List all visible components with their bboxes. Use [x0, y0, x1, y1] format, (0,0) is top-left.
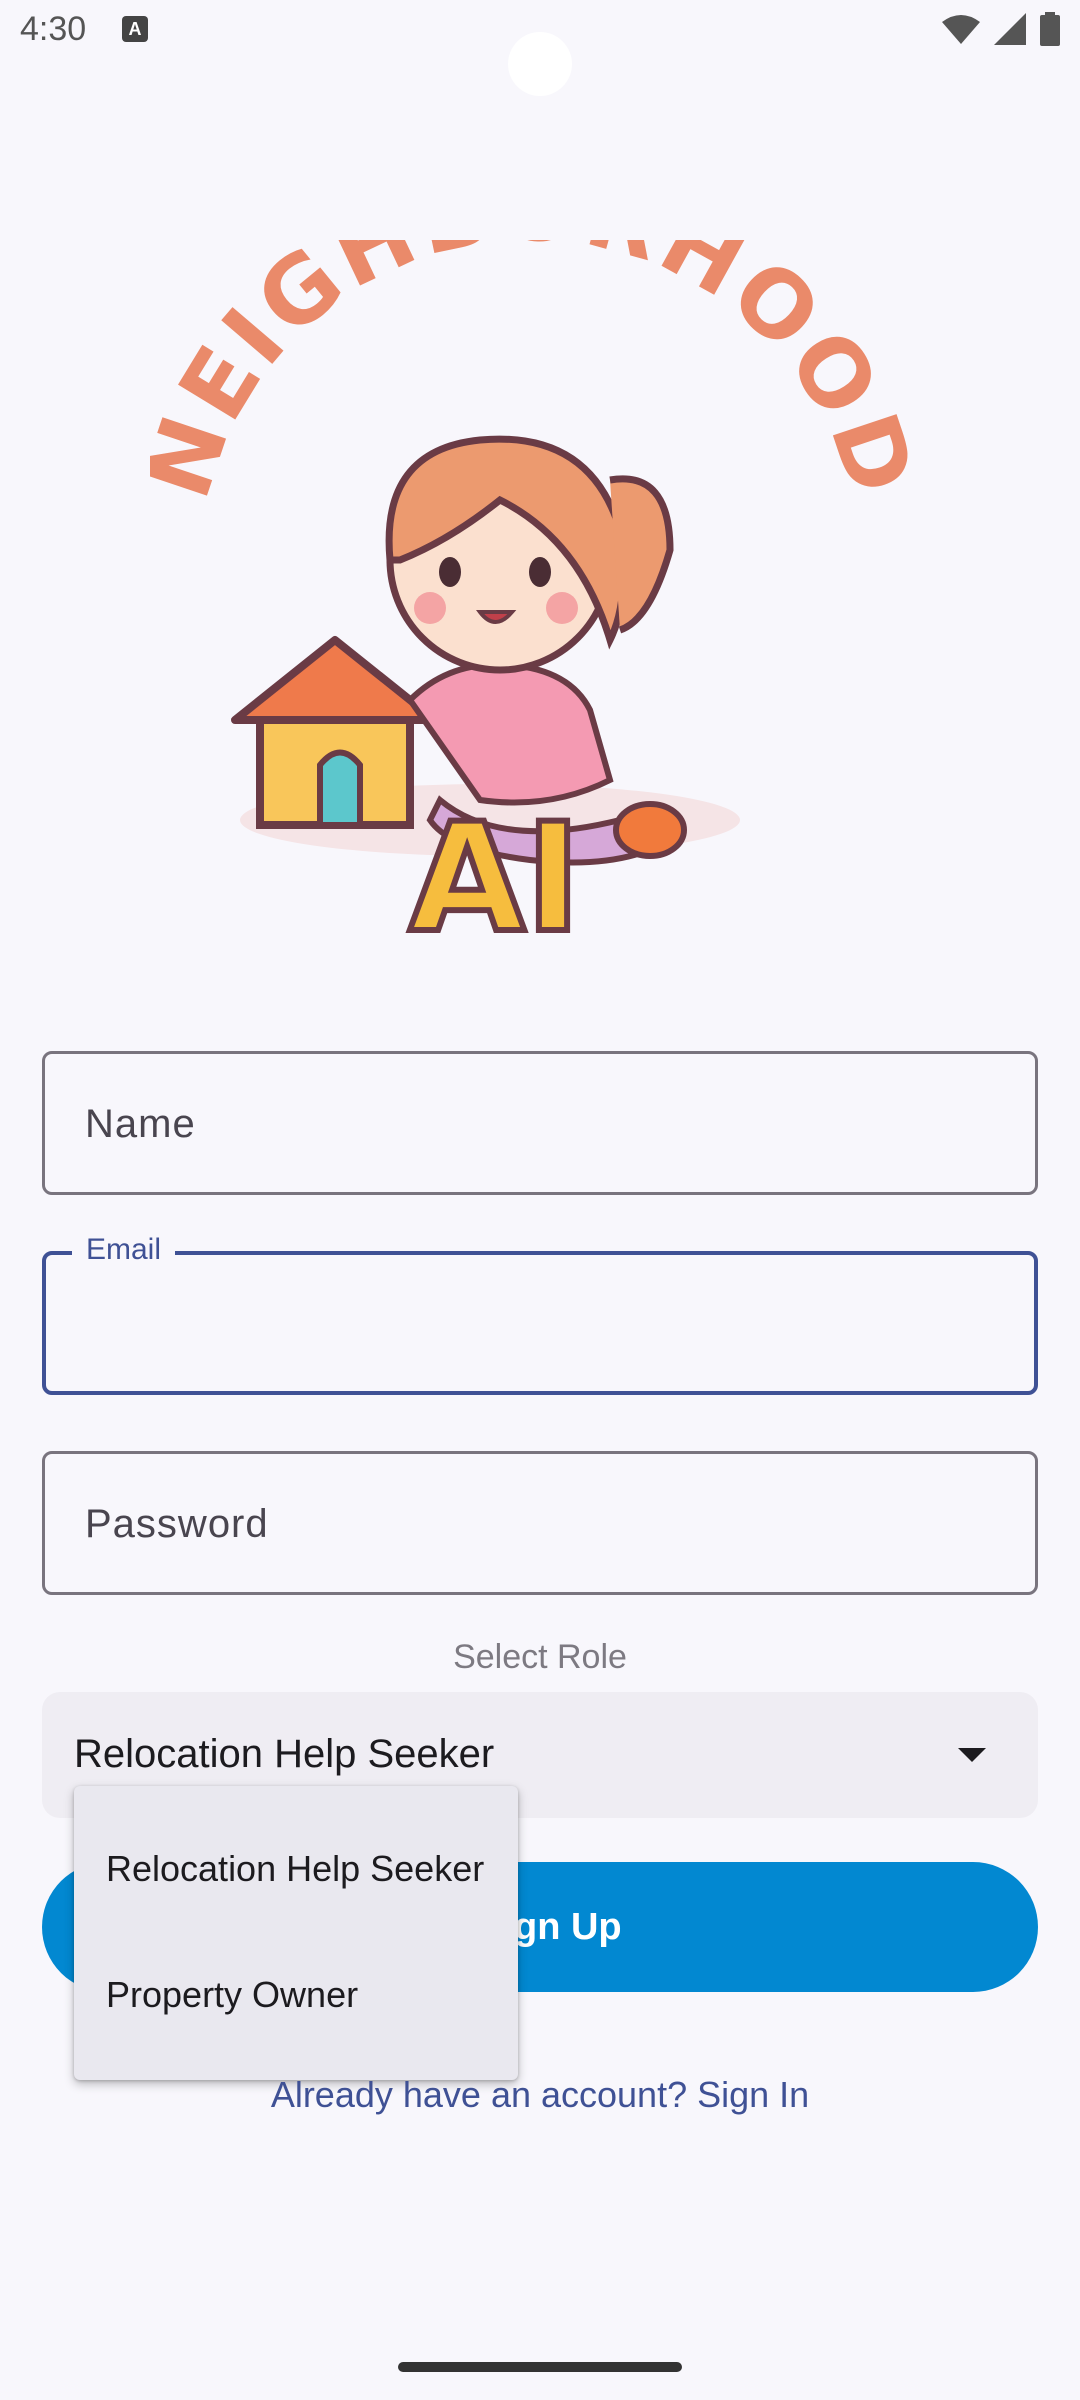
role-dropdown-menu: Relocation Help Seeker Property Owner — [74, 1786, 518, 2080]
role-selected-value: Relocation Help Seeker — [74, 1732, 495, 1776]
status-icons — [942, 12, 1060, 46]
home-indicator[interactable] — [398, 2362, 682, 2372]
signin-link[interactable]: Already have an account? Sign In — [0, 2074, 1080, 2116]
status-bar: 4:30 A — [0, 0, 1080, 96]
menu-item-relocation-help-seeker[interactable]: Relocation Help Seeker — [74, 1806, 518, 1932]
select-role-label: Select Role — [453, 1638, 627, 1676]
dropdown-arrow-icon[interactable] — [958, 1748, 986, 1762]
signup-button-label: gn Up — [514, 1906, 622, 1948]
status-time: 4:30 — [20, 10, 87, 48]
wifi-icon — [942, 15, 980, 44]
menu-item-property-owner[interactable]: Property Owner — [74, 1932, 518, 2058]
logo-ai-text: AI — [409, 792, 581, 960]
notification-icon: A — [122, 16, 148, 42]
name-field[interactable]: Name — [42, 1051, 1038, 1195]
camera-cutout — [508, 32, 572, 96]
house-icon — [231, 636, 439, 829]
signal-icon — [994, 13, 1026, 45]
password-placeholder: Password — [85, 1502, 269, 1546]
app-logo: NEIGHBORHOOD AI — [150, 240, 930, 960]
email-label: Email — [72, 1233, 176, 1267]
battery-icon — [1040, 12, 1060, 46]
email-field[interactable]: Email — [42, 1233, 1038, 1395]
password-field[interactable]: Password — [42, 1451, 1038, 1595]
name-placeholder: Name — [85, 1102, 196, 1146]
